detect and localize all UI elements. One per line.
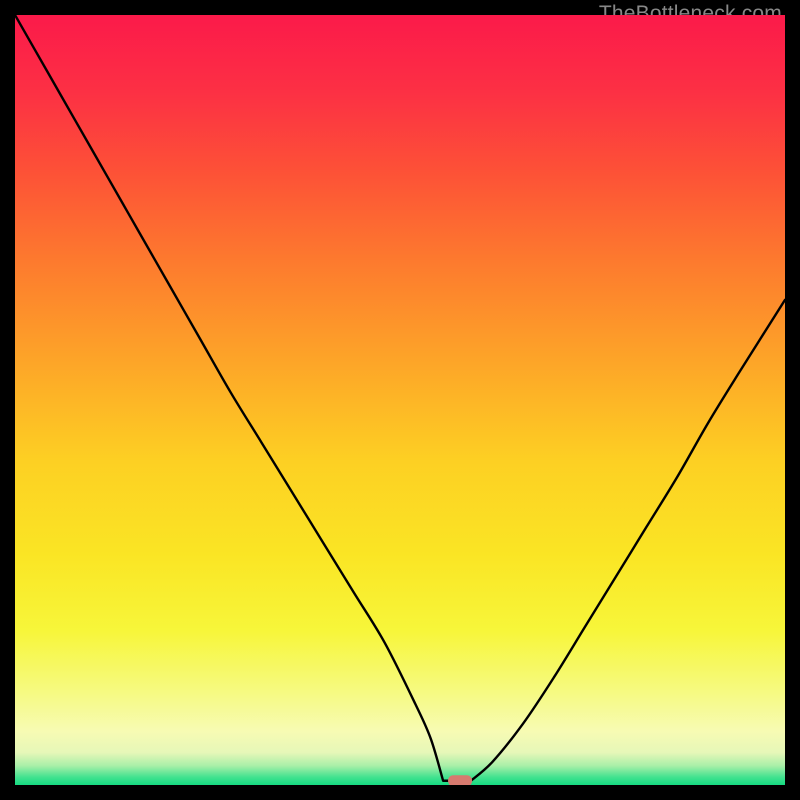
bottleneck-chart — [15, 15, 785, 785]
gradient-background — [15, 15, 785, 785]
optimal-marker — [448, 775, 472, 785]
plot-area — [15, 15, 785, 785]
chart-frame: TheBottleneck.com — [0, 0, 800, 800]
